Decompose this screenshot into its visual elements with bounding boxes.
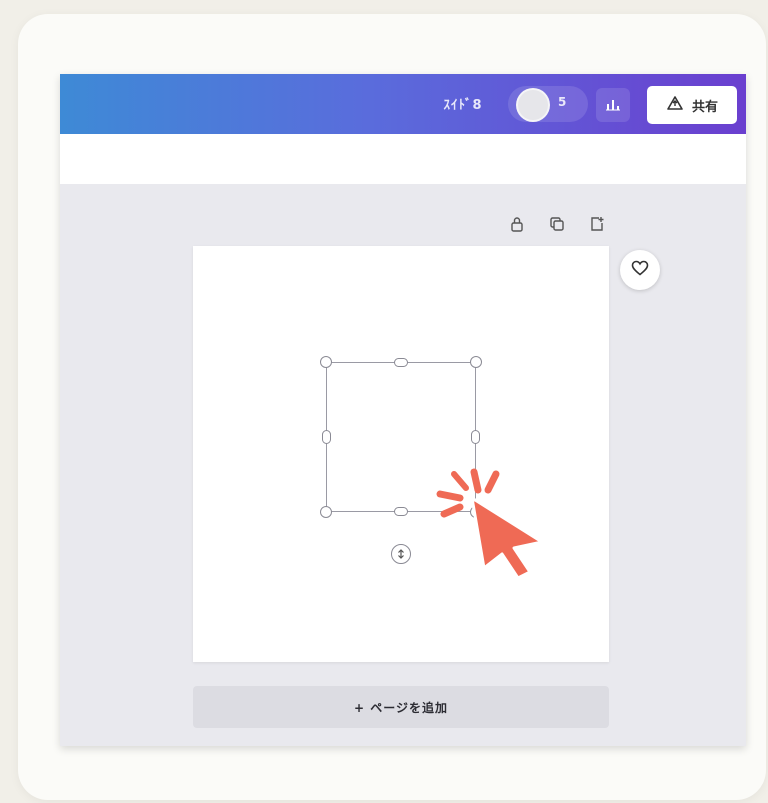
page-tools <box>506 214 608 238</box>
bar-chart-icon <box>605 96 621 115</box>
resize-handle-bottom[interactable] <box>394 507 408 516</box>
context-toolbar <box>60 134 746 184</box>
heart-icon <box>631 260 649 280</box>
add-page-icon-button[interactable] <box>586 215 608 237</box>
editor-window: ｽｲﾄﾞ8 5 共有 + ページを追加 <box>60 74 746 746</box>
add-page-icon <box>589 216 605 236</box>
resize-handle-left[interactable] <box>322 430 331 444</box>
lock-page-button[interactable] <box>506 215 528 237</box>
resize-handle-right[interactable] <box>471 430 480 444</box>
resize-handle-top-left[interactable] <box>320 356 332 368</box>
design-page[interactable] <box>193 246 609 662</box>
duplicate-page-button[interactable] <box>546 215 568 237</box>
rotate-icon <box>395 545 407 564</box>
resize-handle-bottom-left[interactable] <box>320 506 332 518</box>
comment-button[interactable] <box>620 250 660 290</box>
avatar[interactable] <box>516 88 550 122</box>
lock-icon <box>510 216 524 236</box>
document-title[interactable]: ｽｲﾄﾞ8 <box>433 94 493 113</box>
add-page-label: + ページを追加 <box>354 700 448 715</box>
share-label: 共有 <box>691 99 718 115</box>
copy-icon <box>549 216 565 236</box>
collaborator-count: 5 <box>558 95 567 109</box>
resize-handle-top-right[interactable] <box>470 356 482 368</box>
resize-handle-top[interactable] <box>394 358 408 367</box>
top-toolbar: ｽｲﾄﾞ8 5 共有 <box>60 74 746 134</box>
add-page-button[interactable]: + ページを追加 <box>193 686 609 728</box>
upload-icon <box>666 95 684 115</box>
insights-button[interactable] <box>596 88 630 122</box>
rotate-handle[interactable] <box>391 544 411 564</box>
share-button[interactable]: 共有 <box>647 86 737 124</box>
click-cursor-icon <box>430 460 550 580</box>
collaborators-group[interactable]: 5 <box>508 86 588 122</box>
